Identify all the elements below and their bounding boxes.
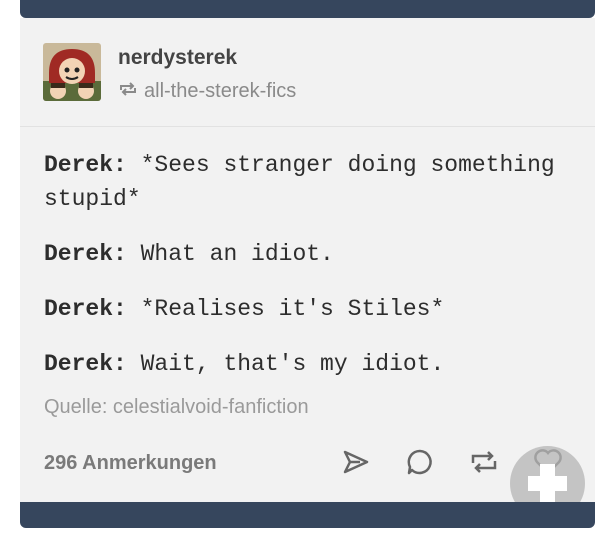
dialogue-text: Wait, that's my idiot. — [126, 351, 445, 377]
comment-icon[interactable] — [404, 446, 436, 478]
dialogue-line: Derek: *Realises it's Stiles* — [44, 292, 584, 326]
post-header: nerdysterek all-the-sterek-fics — [20, 18, 595, 127]
source-link[interactable]: Quelle: celestialvoid-fanfiction — [44, 396, 309, 419]
speaker-label: Derek: — [44, 296, 127, 322]
speaker-label: Derek: — [44, 152, 127, 178]
send-icon[interactable] — [340, 446, 372, 478]
reblog-icon — [118, 80, 144, 103]
dialogue-line: Derek: What an idiot. — [44, 237, 584, 271]
post-body: Derek: *Sees stranger doing something st… — [44, 148, 584, 402]
notes-count[interactable]: 296 Anmerkungen — [44, 452, 217, 475]
speaker-label: Derek: — [44, 241, 127, 267]
dialogue-text: *Realises it's Stiles* — [126, 296, 445, 322]
reblog-icon[interactable] — [468, 446, 500, 478]
dialogue-line: Derek: Wait, that's my idiot. — [44, 347, 584, 381]
top-bar — [20, 0, 595, 18]
dialogue-line: Derek: *Sees stranger doing something st… — [44, 148, 584, 216]
reblogged-from-label: all-the-sterek-fics — [144, 80, 297, 102]
dialogue-text: What an idiot. — [126, 241, 334, 267]
bottom-bar — [20, 502, 595, 528]
username[interactable]: nerdysterek — [118, 46, 237, 70]
reblogged-from[interactable]: all-the-sterek-fics — [118, 80, 296, 103]
avatar[interactable] — [43, 43, 101, 101]
post-card: nerdysterek all-the-sterek-fics Derek: *… — [20, 18, 595, 521]
speaker-label: Derek: — [44, 351, 127, 377]
